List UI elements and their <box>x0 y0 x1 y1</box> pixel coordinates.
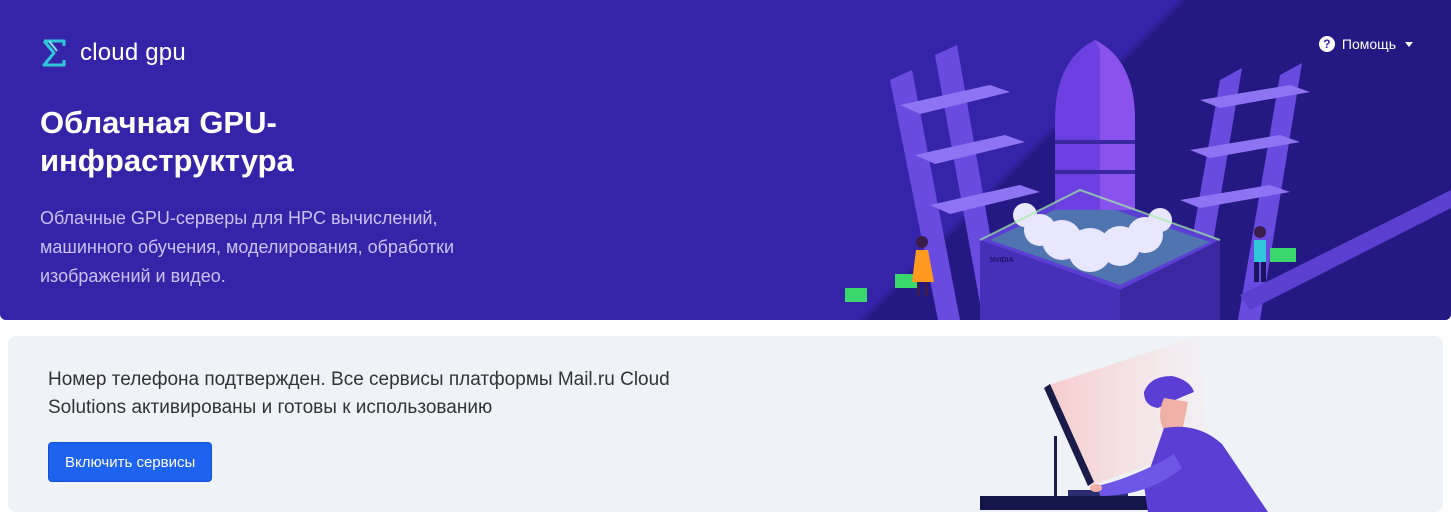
rocket-illustration: NVIDIA <box>845 40 1451 320</box>
logo-text: cloud gpu <box>80 39 186 66</box>
hero-banner: cloud gpu ? Помощь Облачная GPU-инфрастр… <box>0 0 1451 320</box>
notice-card: Номер телефона подтвержден. Все сервисы … <box>8 336 1443 512</box>
nvidia-label: NVIDIA <box>990 257 1014 264</box>
enable-services-button[interactable]: Включить сервисы <box>48 442 213 482</box>
logo[interactable]: cloud gpu <box>40 38 186 68</box>
page-title: Облачная GPU-инфраструктура <box>40 105 294 178</box>
notice-message: Номер телефона подтвержден. Все сервисы … <box>48 369 670 418</box>
person-at-computer-illustration <box>980 336 1268 512</box>
page-subtitle: Облачные GPU-серверы для HPC вычислений,… <box>40 208 455 286</box>
rocket <box>1055 40 1135 210</box>
sigma-logo-icon <box>42 39 66 67</box>
